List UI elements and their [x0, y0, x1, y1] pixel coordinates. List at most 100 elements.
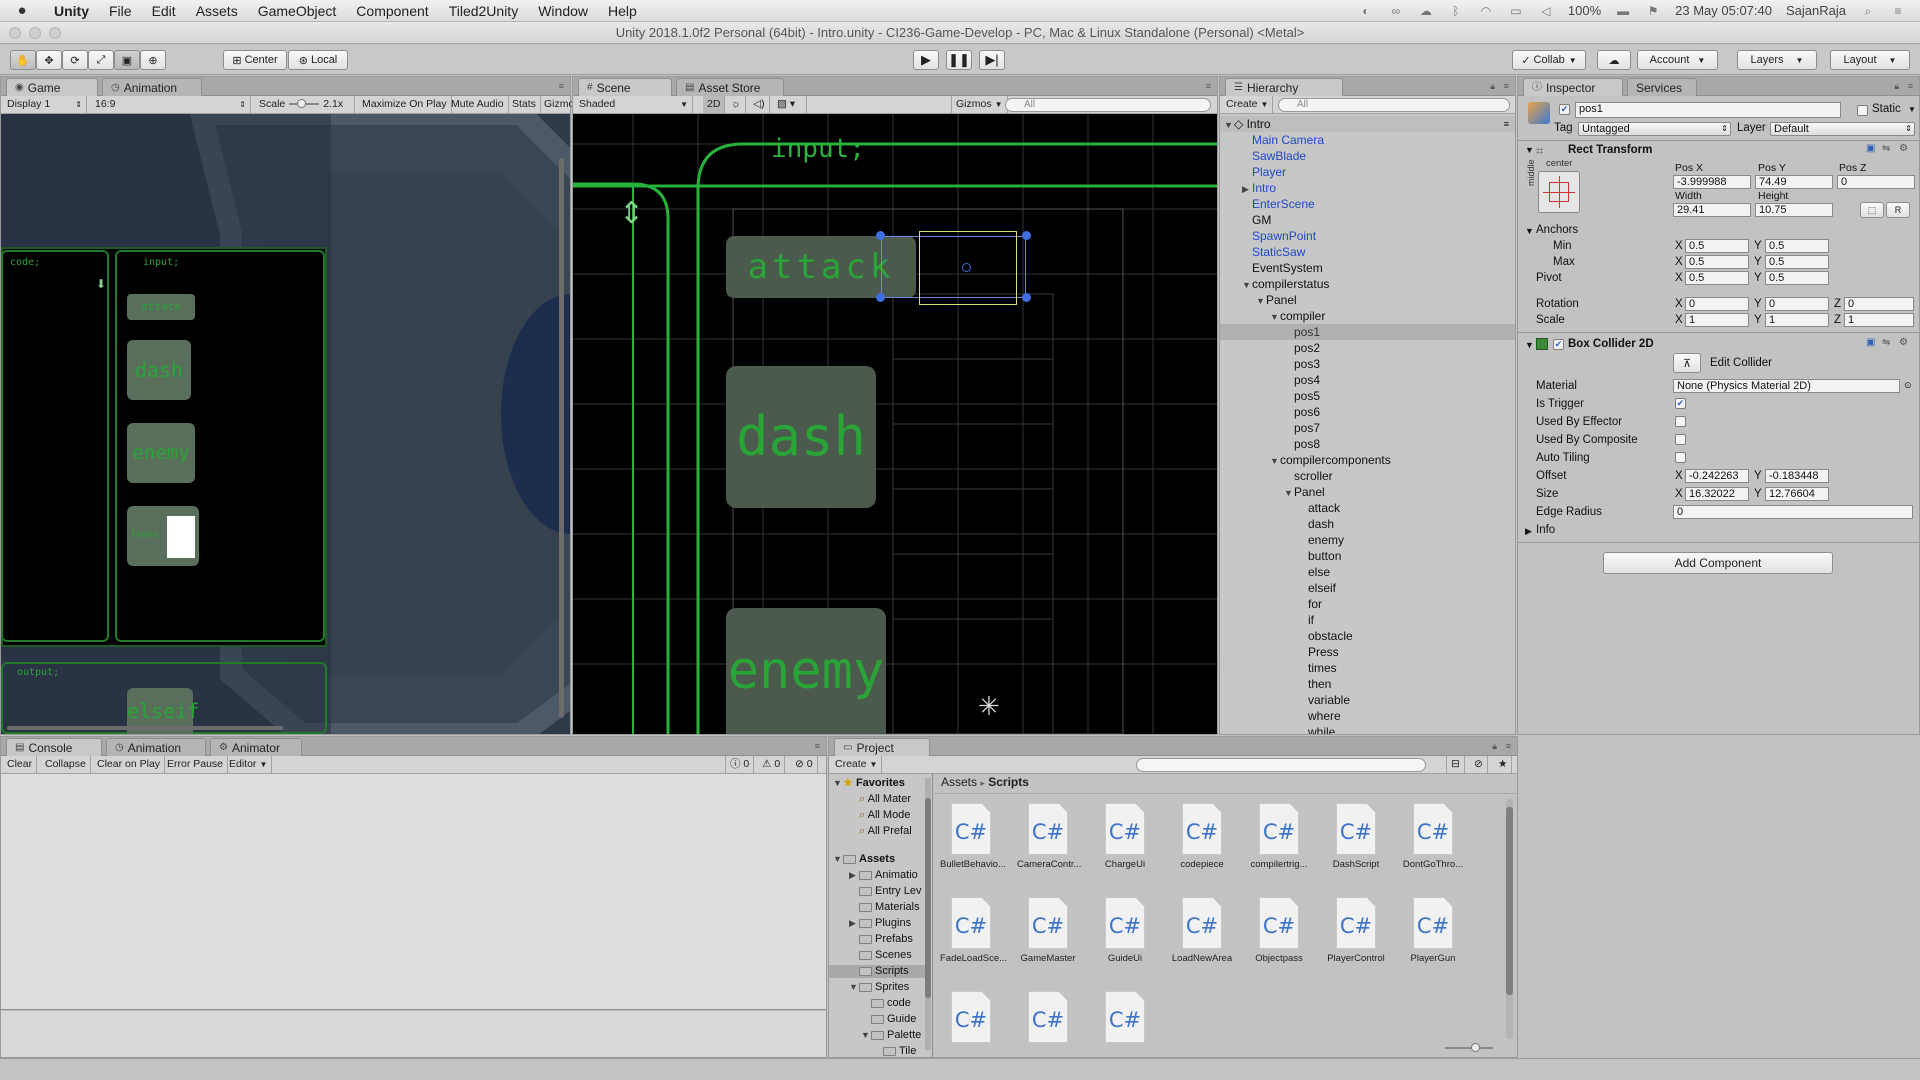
scene-view[interactable]: input; ⇕ attack dash enemy ✳	[573, 114, 1217, 734]
hierarchy-item[interactable]: Press	[1220, 644, 1515, 660]
filter-label-icon[interactable]: ⊘	[1470, 756, 1488, 773]
menu-app[interactable]: Unity	[44, 3, 99, 19]
folder-tree-item[interactable]: ▼ Sprites	[829, 981, 925, 994]
step-button[interactable]: ▶|	[979, 50, 1005, 70]
hierarchy-item[interactable]: EnterScene	[1220, 196, 1515, 212]
hierarchy-item[interactable]: ▼compilercomponents	[1220, 452, 1515, 468]
scene-gizmos-dropdown[interactable]: Gizmos ▼	[951, 96, 1008, 113]
hierarchy-create-dropdown[interactable]: Create ▼	[1222, 96, 1274, 113]
min-y-field[interactable]: 0.5	[1765, 239, 1829, 253]
script-asset[interactable]: C# PlayerControl	[1325, 897, 1387, 964]
tag-dropdown[interactable]: Untagged ⇕	[1578, 122, 1731, 136]
menu-help[interactable]: Help	[598, 3, 647, 19]
rot-x-field[interactable]: 0	[1685, 297, 1749, 311]
min-x-field[interactable]: 0.5	[1685, 239, 1749, 253]
folder-tree-item[interactable]: Prefabs	[829, 933, 925, 946]
pause-button[interactable]: ❚❚	[946, 50, 972, 70]
asset-scrollbar[interactable]	[1506, 799, 1513, 1039]
expand-arrow-icon[interactable]: ▶	[1525, 526, 1532, 537]
hierarchy-item[interactable]: scroller	[1220, 468, 1515, 484]
filter-type-icon[interactable]: ⊟	[1446, 756, 1465, 773]
help-icon[interactable]: ▣	[1866, 337, 1875, 348]
is-trigger-checkbox[interactable]: ✔	[1675, 398, 1686, 409]
max-y-field[interactable]: 0.5	[1765, 255, 1829, 269]
hierarchy-item[interactable]: button	[1220, 548, 1515, 564]
add-component-button[interactable]: Add Component	[1603, 552, 1833, 574]
sync-icon[interactable]: ◐	[1358, 5, 1374, 17]
gear-icon[interactable]: ⚙	[1899, 143, 1908, 154]
scale-x-field[interactable]: 1	[1685, 313, 1749, 327]
script-asset[interactable]: C# Objectpass	[1248, 897, 1310, 964]
tab-animation[interactable]: ◷ Animation	[106, 738, 206, 756]
folder-tree-item[interactable]: Tile	[829, 1045, 925, 1057]
object-name-field[interactable]: pos1	[1575, 102, 1841, 118]
scale-y-field[interactable]: 1	[1765, 313, 1829, 327]
height-field[interactable]: 10.75	[1755, 203, 1833, 217]
hierarchy-item[interactable]: obstacle	[1220, 628, 1515, 644]
scene-tile-enemy[interactable]: enemy	[726, 608, 886, 734]
shading-dropdown[interactable]: Shaded ▼	[575, 96, 693, 113]
hierarchy-item[interactable]: enemy	[1220, 532, 1515, 548]
console-log-area[interactable]	[1, 774, 826, 1010]
hierarchy-item[interactable]: attack	[1220, 500, 1515, 516]
scene-menu-icon[interactable]: ≡	[1504, 116, 1509, 132]
asset-scrollbar-thumb[interactable]	[1506, 807, 1513, 995]
layout-dropdown[interactable]: Layout ▼	[1830, 50, 1910, 70]
script-asset[interactable]: C#	[1017, 991, 1079, 1045]
material-field[interactable]: None (Physics Material 2D)	[1673, 379, 1900, 393]
chevron-down-icon[interactable]: ▼	[1908, 105, 1916, 114]
script-asset[interactable]: C# LoadNewArea	[1171, 897, 1233, 964]
folder-tree-item[interactable]: Scenes	[829, 949, 925, 962]
hierarchy-item[interactable]: pos1	[1220, 324, 1515, 340]
hierarchy-item[interactable]: Player	[1220, 164, 1515, 180]
console-editor-dropdown[interactable]: Editor ▼	[225, 756, 273, 773]
active-checkbox[interactable]: ✔	[1559, 104, 1570, 115]
hierarchy-item[interactable]: pos4	[1220, 372, 1515, 388]
pivot-local-button[interactable]: ⊛ Local	[288, 50, 348, 70]
panel-menu-icon[interactable]: ≡	[1506, 741, 1511, 751]
layer-dropdown[interactable]: Default ⇕	[1770, 122, 1915, 136]
expand-arrow-icon[interactable]: ▶	[1242, 181, 1252, 197]
favorite-item[interactable]: ⌕ All Mode	[859, 809, 910, 822]
folder-tree-item[interactable]: ▶ Plugins	[829, 917, 925, 930]
log-count-toggle[interactable]: ⓘ 0	[725, 756, 755, 773]
script-asset[interactable]: C# codepiece	[1171, 803, 1233, 870]
layers-dropdown[interactable]: Layers ▼	[1737, 50, 1817, 70]
close-window-button[interactable]	[9, 27, 21, 39]
folder-tree-item[interactable]: Entry Lev	[829, 885, 925, 898]
object-picker-icon[interactable]: ⊙	[1904, 380, 1912, 391]
script-asset[interactable]: C# BulletBehavio...	[940, 803, 1006, 870]
pivot-y-field[interactable]: 0.5	[1765, 271, 1829, 285]
expand-arrow-icon[interactable]: ▼	[1284, 485, 1294, 501]
hierarchy-item[interactable]: pos6	[1220, 404, 1515, 420]
pivot-handle[interactable]	[962, 263, 971, 272]
panel-menu-icon[interactable]: ≡	[1504, 81, 1509, 91]
expand-arrow-icon[interactable]: ▼	[861, 1029, 871, 1042]
rect-handle-br[interactable]	[1022, 293, 1031, 302]
expand-arrow-icon[interactable]: ▼	[1270, 453, 1280, 469]
apple-icon[interactable]: ●	[0, 2, 44, 19]
size-x-field[interactable]: 16.32022	[1685, 487, 1749, 501]
lock-icon[interactable]: 🔒︎	[1492, 741, 1497, 752]
expand-arrow-icon[interactable]: ▶	[849, 917, 859, 930]
error-count-toggle[interactable]: ⊘ 0	[791, 756, 818, 773]
hierarchy-item[interactable]: pos7	[1220, 420, 1515, 436]
display-dropdown[interactable]: Display 1 ⇕	[3, 96, 87, 113]
script-asset[interactable]: C# GameMaster	[1017, 897, 1079, 964]
console-detail-area[interactable]	[1, 1011, 826, 1057]
hierarchy-item[interactable]: SpawnPoint	[1220, 228, 1515, 244]
play-button[interactable]: ▶	[913, 50, 939, 70]
expand-arrow-icon[interactable]: ▶	[849, 869, 859, 882]
account-dropdown[interactable]: Account ▼	[1637, 50, 1718, 70]
folder-tree-item[interactable]: Guide	[829, 1013, 925, 1026]
tab-inspector[interactable]: ⓘ Inspector	[1523, 78, 1623, 96]
game-tile-enemy[interactable]: enemy	[127, 423, 195, 483]
project-search-input[interactable]	[1136, 758, 1426, 772]
hierarchy-item[interactable]: while	[1220, 724, 1515, 734]
tab-animation[interactable]: ◷ Animation	[102, 78, 202, 96]
expand-arrow-icon[interactable]: ▼	[833, 853, 843, 866]
hierarchy-item[interactable]: dash	[1220, 516, 1515, 532]
pivot-center-button[interactable]: ⊞ Center	[223, 50, 287, 70]
expand-arrow-icon[interactable]: ▼	[1256, 293, 1266, 309]
box-collider-enabled-checkbox[interactable]: ✔	[1553, 339, 1564, 350]
